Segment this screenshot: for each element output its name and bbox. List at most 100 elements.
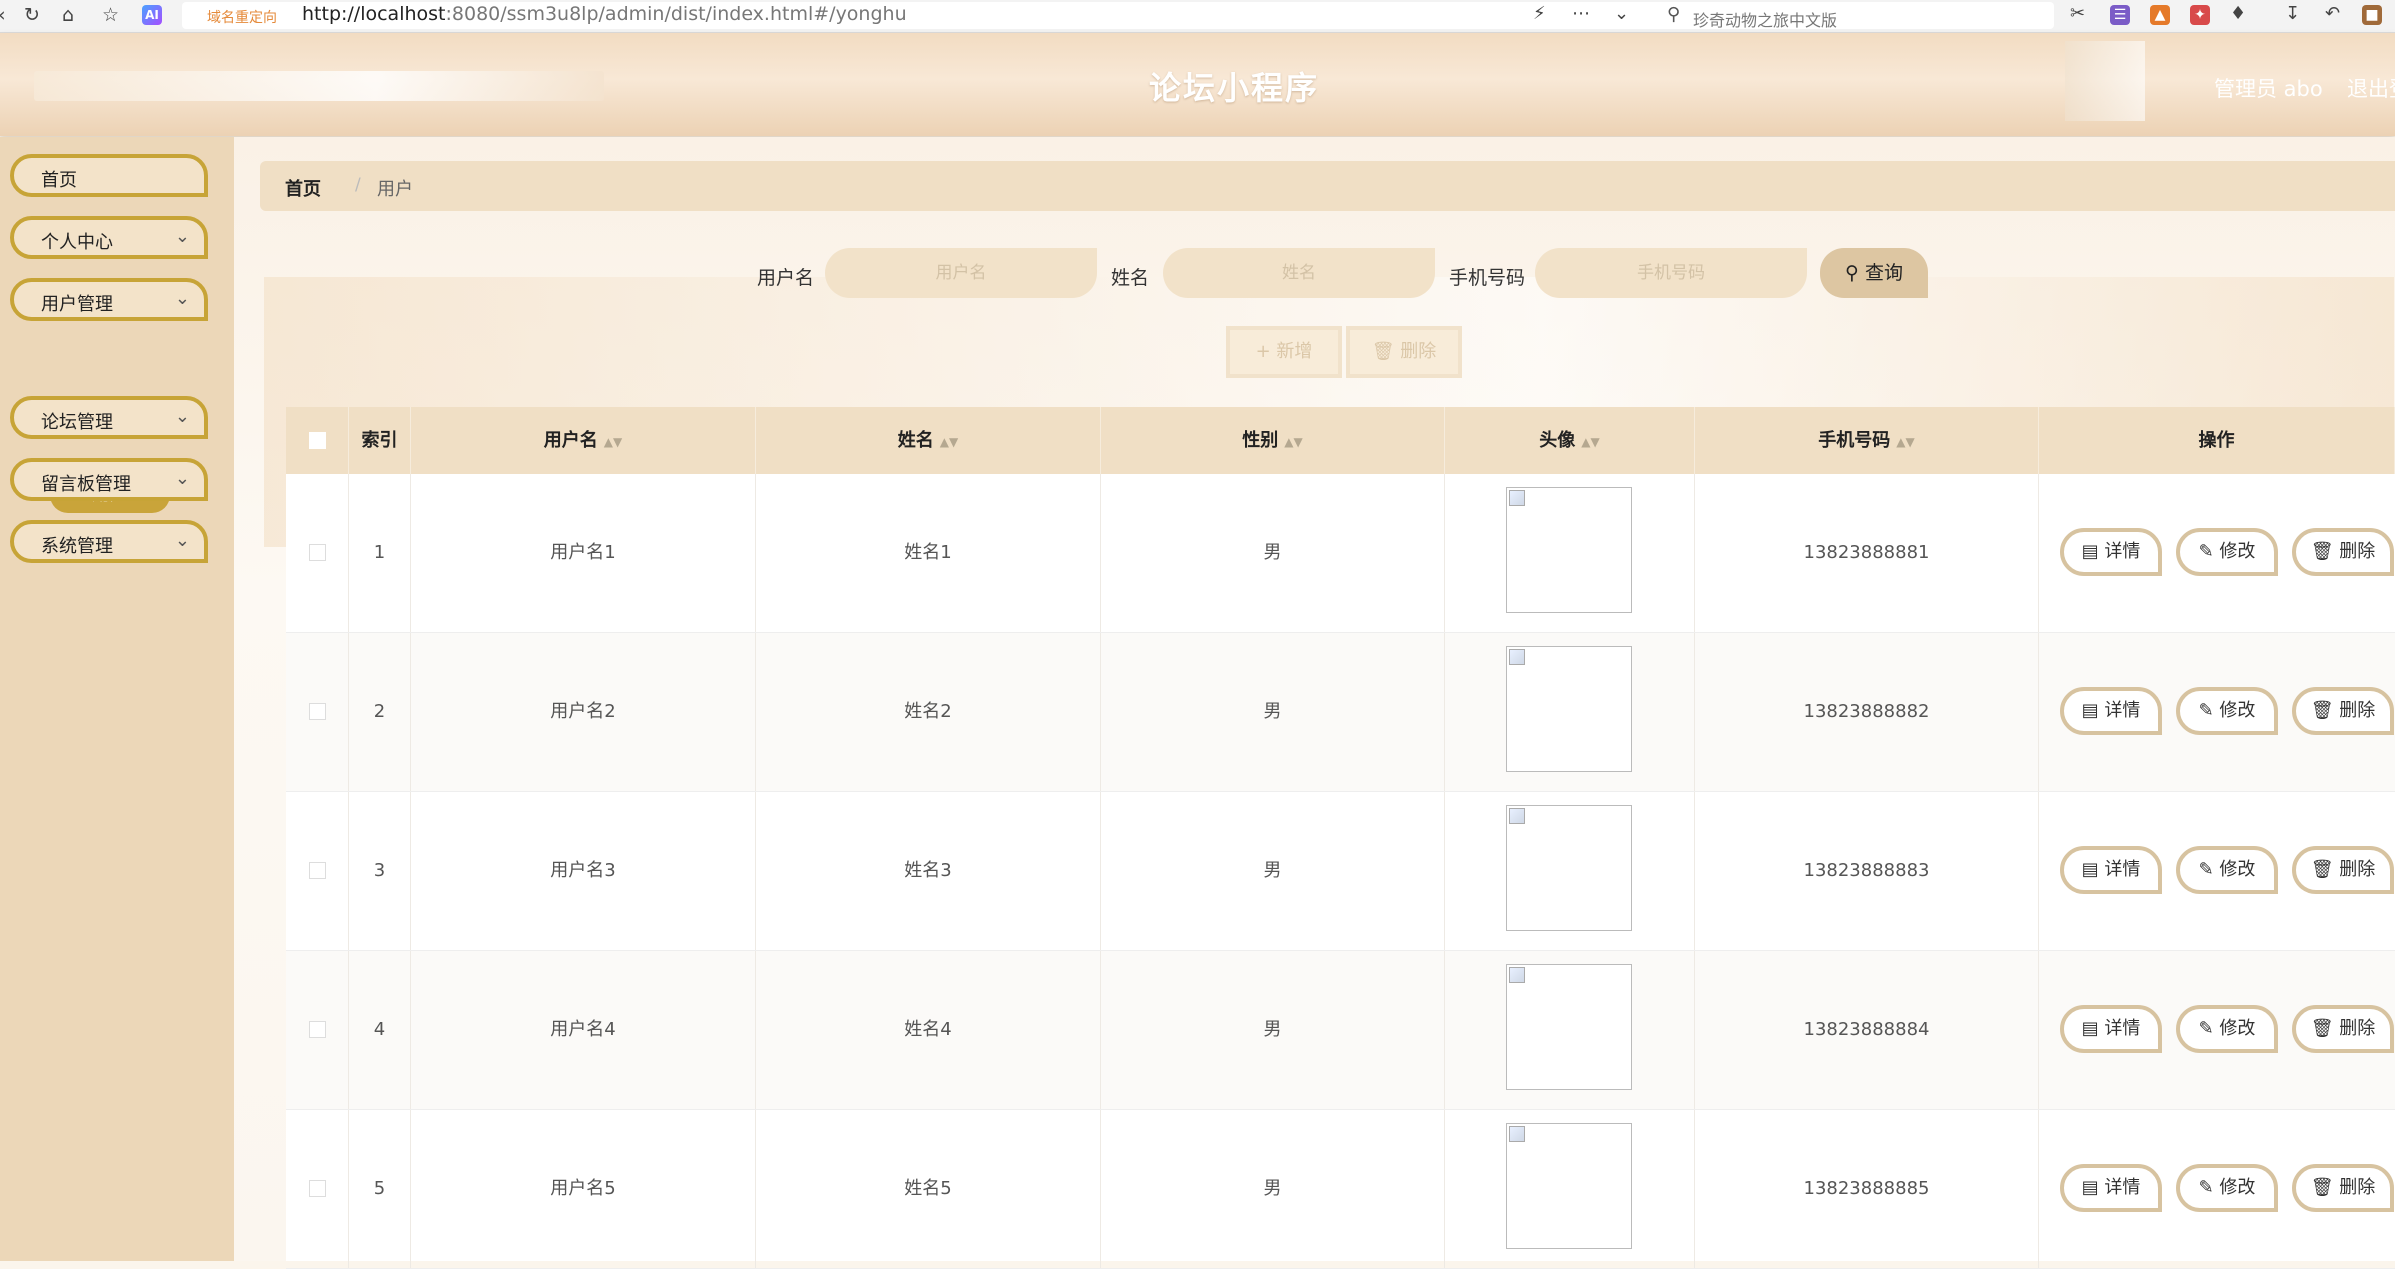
app-title: 论坛小程序: [1148, 69, 1319, 107]
col-name[interactable]: 姓名 ▲▼: [756, 407, 1101, 474]
detail-label: 详情: [2104, 1018, 2141, 1039]
sidebar-item-message-board[interactable]: 留言板管理 ⌄: [10, 458, 208, 501]
sidebar-item-home[interactable]: 首页: [10, 154, 208, 197]
avatar-image[interactable]: [1506, 805, 1632, 931]
puzzle-icon[interactable]: ♦: [2230, 3, 2246, 24]
col-gender[interactable]: 性别 ▲▼: [1101, 407, 1445, 474]
edit-button[interactable]: ✎ 修改: [2176, 687, 2278, 735]
phone-input[interactable]: [1535, 248, 1807, 298]
document-icon: ▤: [2081, 541, 2099, 562]
edit-button[interactable]: ✎ 修改: [2176, 1005, 2278, 1053]
lightning-icon[interactable]: ⚡: [1533, 3, 1546, 24]
delete-label: 删除: [2339, 859, 2376, 880]
detail-button[interactable]: ▤ 详情: [2060, 687, 2162, 735]
query-button[interactable]: ⚲ 查询: [1820, 248, 1928, 298]
row-checkbox[interactable]: [309, 862, 326, 879]
sidebar-item-user-management[interactable]: 用户管理 ⌄: [10, 278, 208, 321]
phone-label: 手机号码: [1449, 267, 1526, 289]
extension-icon[interactable]: ☰: [2110, 5, 2130, 25]
broken-image-icon: [1509, 1126, 1525, 1142]
edit-label: 修改: [2219, 700, 2256, 721]
pencil-icon: ✎: [2198, 700, 2214, 721]
table-row: 1 用户名1 姓名1 男 13823888881 ▤ 详情 ✎ 修改 🗑 删除: [286, 474, 2395, 633]
detail-button[interactable]: ▤ 详情: [2060, 528, 2162, 576]
reload-icon[interactable]: ↻: [24, 3, 40, 27]
row-checkbox[interactable]: [309, 1021, 326, 1038]
back-icon[interactable]: ‹: [0, 3, 6, 27]
broken-image-icon: [1509, 490, 1525, 506]
cell-phone: 13823888881: [1695, 474, 2039, 632]
url-text[interactable]: http://localhost:8080/ssm3u8lp/admin/dis…: [302, 3, 907, 25]
chevron-down-icon[interactable]: ⌄: [1614, 3, 1629, 24]
batch-delete-button[interactable]: 🗑 删除: [1346, 326, 1462, 378]
delete-button[interactable]: 🗑 删除: [2292, 687, 2394, 735]
edit-button[interactable]: ✎ 修改: [2176, 528, 2278, 576]
username-input[interactable]: [825, 248, 1097, 298]
cell-name: 姓名3: [756, 792, 1101, 950]
chevron-down-icon: ⌄: [174, 406, 190, 427]
avatar-image[interactable]: [1506, 487, 1632, 613]
edit-label: 修改: [2219, 859, 2256, 880]
sidebar-item-personal-center[interactable]: 个人中心 ⌄: [10, 216, 208, 259]
delete-button[interactable]: 🗑 删除: [2292, 846, 2394, 894]
wallet-icon[interactable]: ■: [2362, 5, 2382, 25]
breadcrumb-current: 用户: [377, 179, 413, 200]
fox-extension-icon[interactable]: ▲: [2150, 5, 2170, 25]
chevron-down-icon: ⌄: [174, 530, 190, 551]
name-input[interactable]: [1163, 248, 1435, 298]
col-username[interactable]: 用户名 ▲▼: [411, 407, 756, 474]
sidebar: 首页 个人中心 ⌄ 用户管理 ⌄ 用户 论坛管理 ⌄ 留言板管理 ⌄ 系统管理 …: [0, 137, 234, 1261]
row-checkbox[interactable]: [309, 1180, 326, 1197]
row-select-cell: [286, 1110, 349, 1268]
undo-icon[interactable]: ↶: [2325, 3, 2340, 24]
cell-index: 5: [349, 1110, 411, 1268]
detail-button[interactable]: ▤ 详情: [2060, 846, 2162, 894]
broken-image-icon: [1509, 967, 1525, 983]
sidebar-item-forum-management[interactable]: 论坛管理 ⌄: [10, 396, 208, 439]
home-icon[interactable]: ⌂: [62, 3, 74, 27]
detail-label: 详情: [2104, 700, 2141, 721]
cell-gender: 男: [1101, 792, 1445, 950]
pencil-icon: ✎: [2198, 859, 2214, 880]
col-phone[interactable]: 手机号码 ▲▼: [1695, 407, 2039, 474]
username-label: 用户名: [757, 267, 815, 289]
download-icon[interactable]: ↧: [2285, 3, 2300, 24]
delete-button[interactable]: 🗑 删除: [2292, 528, 2394, 576]
col-avatar[interactable]: 头像 ▲▼: [1445, 407, 1695, 474]
cell-index: 2: [349, 633, 411, 791]
edit-label: 修改: [2219, 1177, 2256, 1198]
favorites-icon[interactable]: ☆: [102, 3, 119, 27]
row-checkbox[interactable]: [309, 544, 326, 561]
table-header: 索引 用户名 ▲▼ 姓名 ▲▼ 性别 ▲▼ 头像 ▲▼ 手机号码 ▲▼ 操作: [286, 407, 2395, 474]
browser-toolbar: ‹ ↻ ⌂ ☆ AI 域名重定向 http://localhost:8080/s…: [0, 0, 2395, 33]
users-table: 索引 用户名 ▲▼ 姓名 ▲▼ 性别 ▲▼ 头像 ▲▼ 手机号码 ▲▼ 操作 1 用户名1 姓…: [286, 407, 2395, 1269]
ai-icon[interactable]: AI: [142, 5, 162, 25]
delete-button[interactable]: 🗑 删除: [2292, 1164, 2394, 1212]
chevron-down-icon: ⌄: [174, 288, 190, 309]
sidebar-item-system-management[interactable]: 系统管理 ⌄: [10, 520, 208, 563]
avatar-image[interactable]: [1506, 964, 1632, 1090]
admin-label: 管理员 abo: [2214, 77, 2323, 101]
avatar-image[interactable]: [1506, 646, 1632, 772]
detail-button[interactable]: ▤ 详情: [2060, 1005, 2162, 1053]
edit-button[interactable]: ✎ 修改: [2176, 1164, 2278, 1212]
browser-search-input[interactable]: ⚲ 珍奇动物之旅中文版: [1657, 2, 2054, 30]
detail-label: 详情: [2104, 541, 2141, 562]
avatar-image[interactable]: [1506, 1123, 1632, 1249]
bug-extension-icon[interactable]: ✦: [2190, 5, 2210, 25]
logout-button[interactable]: 退出登录: [2347, 73, 2395, 103]
document-icon: ▤: [2081, 1177, 2099, 1198]
row-checkbox[interactable]: [309, 703, 326, 720]
sort-icon: ▲▼: [939, 435, 959, 449]
delete-button[interactable]: 🗑 删除: [2292, 1005, 2394, 1053]
cell-phone: 13823888885: [1695, 1110, 2039, 1268]
edit-button[interactable]: ✎ 修改: [2176, 846, 2278, 894]
detail-button[interactable]: ▤ 详情: [2060, 1164, 2162, 1212]
browser-search-text: 珍奇动物之旅中文版: [1693, 11, 1838, 30]
scissors-icon[interactable]: ✂: [2070, 3, 2085, 24]
trash-icon: 🗑: [2310, 859, 2334, 880]
breadcrumb-home[interactable]: 首页: [285, 175, 321, 201]
add-button[interactable]: + 新增: [1226, 326, 1342, 378]
more-icon[interactable]: ⋯: [1572, 3, 1590, 24]
select-all-checkbox[interactable]: [309, 432, 326, 449]
